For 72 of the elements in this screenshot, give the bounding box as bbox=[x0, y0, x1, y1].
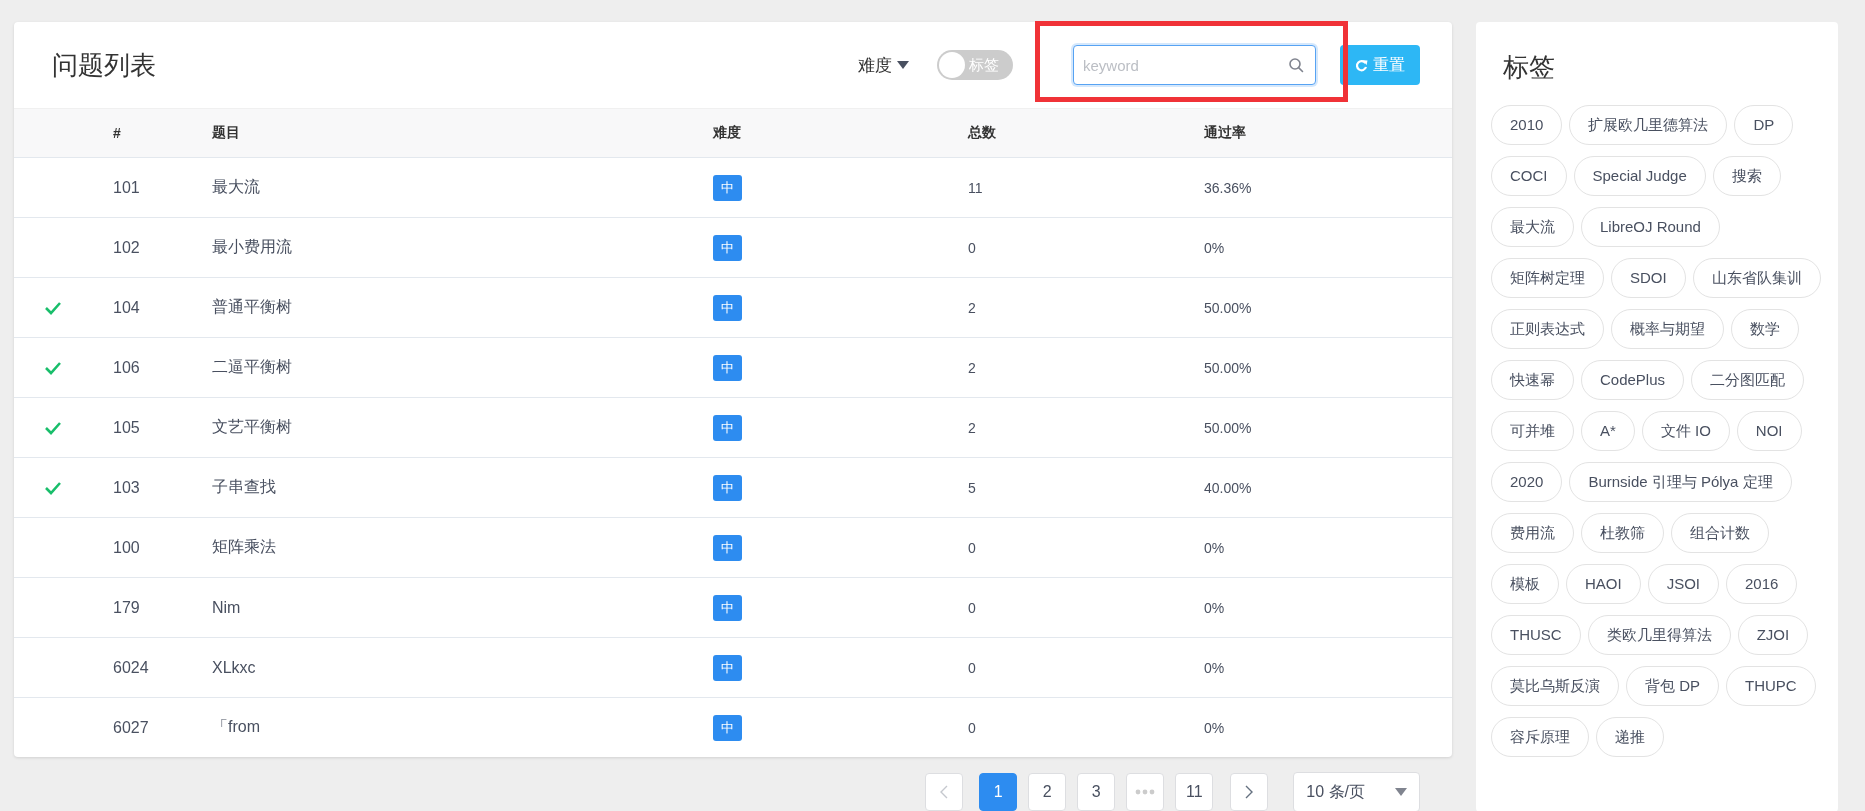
caret-icon bbox=[897, 61, 909, 69]
page-button[interactable]: 11 bbox=[1175, 773, 1214, 811]
problem-id: 105 bbox=[113, 418, 140, 436]
search-field[interactable]: keyword bbox=[1073, 45, 1316, 85]
total-count: 11 bbox=[968, 179, 983, 196]
problem-title-link[interactable]: 二逼平衡树 bbox=[212, 358, 292, 375]
page-button[interactable]: 3 bbox=[1077, 773, 1116, 811]
difficulty-tag: 中 bbox=[713, 594, 742, 621]
pass-rate: 0% bbox=[1204, 599, 1225, 616]
total-count: 0 bbox=[968, 659, 976, 676]
difficulty-tag: 中 bbox=[713, 234, 742, 261]
problem-title-link[interactable]: XLkxc bbox=[212, 658, 256, 676]
problem-title-link[interactable]: 最小费用流 bbox=[212, 238, 292, 255]
problem-title-link[interactable]: 矩阵乘法 bbox=[212, 538, 276, 555]
pass-rate: 50.00% bbox=[1204, 299, 1252, 316]
page-title: 问题列表 bbox=[52, 48, 156, 82]
total-count: 0 bbox=[968, 719, 976, 736]
total-count: 0 bbox=[968, 599, 976, 616]
total-count: 5 bbox=[968, 479, 976, 496]
problem-title-link[interactable]: 普通平衡树 bbox=[212, 298, 292, 315]
problem-title-link[interactable]: 文艺平衡树 bbox=[212, 418, 292, 435]
pass-rate: 36.36% bbox=[1204, 179, 1252, 196]
problem-title-link[interactable]: Nim bbox=[212, 598, 241, 616]
pass-rate: 0% bbox=[1204, 239, 1225, 256]
difficulty-tag: 中 bbox=[713, 354, 742, 381]
difficulty-tag: 中 bbox=[713, 474, 742, 501]
column-header: 总数 bbox=[968, 124, 997, 142]
column-header: 题目 bbox=[212, 124, 241, 142]
problem-id: 6024 bbox=[113, 658, 149, 676]
problem-title-link[interactable]: 子串查找 bbox=[212, 478, 276, 495]
chevron-right-icon bbox=[1245, 785, 1254, 799]
pass-rate: 50.00% bbox=[1204, 419, 1252, 436]
next-page-button[interactable] bbox=[1230, 773, 1269, 811]
difficulty-tag: 中 bbox=[713, 534, 742, 561]
problem-id: 102 bbox=[113, 238, 140, 256]
difficulty-tag: 中 bbox=[713, 654, 742, 681]
problem-id: 106 bbox=[113, 358, 140, 376]
difficulty-tag: 中 bbox=[713, 714, 742, 741]
problem-id: 103 bbox=[113, 478, 140, 496]
problem-id: 104 bbox=[113, 298, 140, 316]
column-header: 通过率 bbox=[1204, 124, 1247, 142]
difficulty-tag: 中 bbox=[713, 174, 742, 201]
column-header: 难度 bbox=[713, 124, 742, 142]
difficulty-tag: 中 bbox=[713, 414, 742, 441]
page-size-select[interactable]: 10 条/页 bbox=[1293, 772, 1420, 811]
pass-rate: 0% bbox=[1204, 659, 1225, 676]
total-count: 2 bbox=[968, 419, 976, 436]
problem-id: 179 bbox=[113, 598, 140, 616]
chevron-left-icon bbox=[940, 785, 949, 799]
caret-icon bbox=[1395, 788, 1407, 796]
total-count: 0 bbox=[968, 539, 976, 556]
problem-id: 6027 bbox=[113, 718, 149, 736]
difficulty-tag: 中 bbox=[713, 294, 742, 321]
search-icon bbox=[1288, 57, 1304, 73]
problem-id: 101 bbox=[113, 178, 140, 196]
total-count: 2 bbox=[968, 359, 976, 376]
problem-title-link[interactable]: 「from bbox=[212, 718, 260, 735]
total-count: 0 bbox=[968, 239, 976, 256]
ellipsis-icon bbox=[1135, 789, 1156, 795]
panel-title: 标签 bbox=[1503, 51, 1556, 84]
difficulty-dropdown[interactable]: 难度 bbox=[858, 53, 909, 77]
problem-id: 100 bbox=[113, 538, 140, 556]
more-pages-button[interactable] bbox=[1126, 773, 1165, 811]
refresh-icon bbox=[1355, 58, 1368, 72]
pass-rate: 0% bbox=[1204, 719, 1225, 736]
total-count: 2 bbox=[968, 299, 976, 316]
pass-rate: 0% bbox=[1204, 539, 1225, 556]
column-header: # bbox=[113, 125, 122, 141]
pass-rate: 40.00% bbox=[1204, 479, 1252, 496]
problem-title-link[interactable]: 最大流 bbox=[212, 178, 260, 195]
pass-rate: 50.00% bbox=[1204, 359, 1252, 376]
page-button[interactable]: 2 bbox=[1028, 773, 1067, 811]
